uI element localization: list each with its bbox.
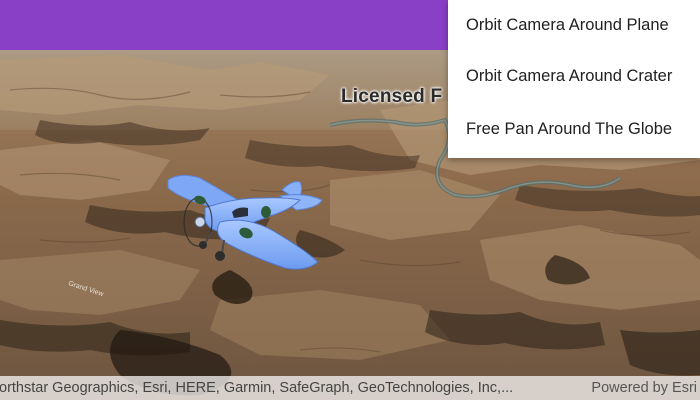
attribution-text[interactable]: orthstar Geographics, Esri, HERE, Garmin…: [0, 376, 561, 400]
powered-by-esri: Powered by Esri: [591, 380, 697, 396]
map-place-label: Licensed F: [341, 86, 443, 107]
menu-item-orbit-plane[interactable]: Orbit Camera Around Plane: [448, 0, 700, 50]
attribution-bar[interactable]: orthstar Geographics, Esri, HERE, Garmin…: [0, 376, 700, 400]
camera-mode-menu: Orbit Camera Around Plane Orbit Camera A…: [448, 0, 700, 158]
menu-item-orbit-crater[interactable]: Orbit Camera Around Crater: [448, 50, 700, 103]
menu-item-free-pan[interactable]: Free Pan Around The Globe: [448, 103, 700, 156]
